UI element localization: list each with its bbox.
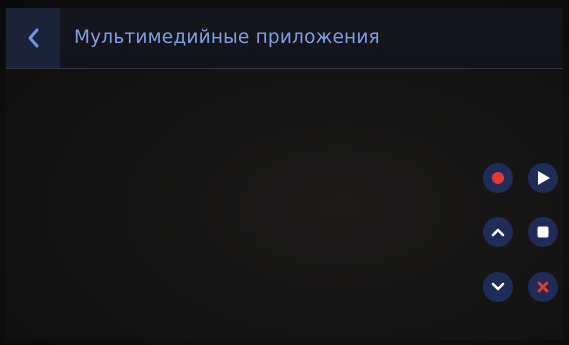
chevron-left-icon xyxy=(26,27,40,49)
chevron-down-icon xyxy=(491,281,505,293)
device-frame: Мультимедийные приложения xyxy=(0,0,569,345)
back-button[interactable] xyxy=(6,8,60,68)
up-button[interactable] xyxy=(483,217,513,247)
page-title: Мультимедийные приложения xyxy=(74,27,380,48)
screen: Мультимедийные приложения xyxy=(6,8,563,340)
down-button[interactable] xyxy=(483,272,513,302)
play-button[interactable] xyxy=(528,163,558,193)
record-button[interactable] xyxy=(483,163,513,193)
close-button[interactable] xyxy=(528,272,558,302)
chevron-up-icon xyxy=(491,226,505,238)
header-bar: Мультимедийные приложения xyxy=(6,8,563,69)
close-icon xyxy=(536,280,550,294)
stop-button[interactable] xyxy=(528,217,558,247)
stop-icon xyxy=(536,225,550,239)
play-icon xyxy=(535,170,551,186)
record-icon xyxy=(491,171,505,185)
